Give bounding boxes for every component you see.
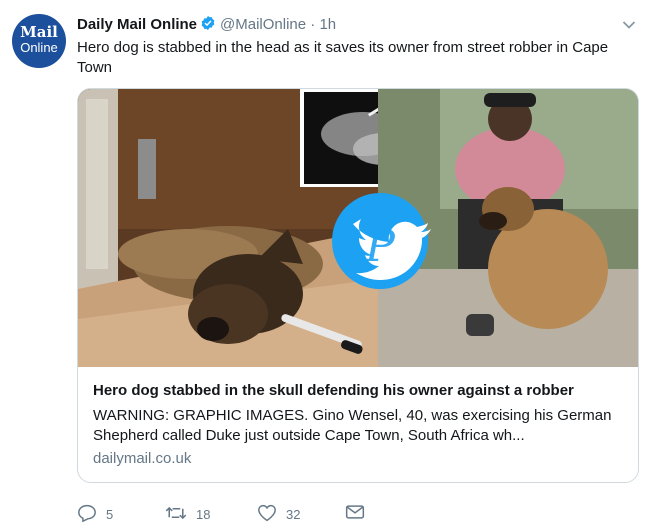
- tweet-header: Daily Mail Online @MailOnline · 1h: [77, 15, 336, 35]
- author-handle[interactable]: @MailOnline: [220, 16, 306, 33]
- like-button[interactable]: 32: [257, 504, 300, 525]
- like-count: 32: [286, 507, 301, 522]
- reply-icon: [77, 504, 106, 525]
- avatar[interactable]: Mail Online: [12, 14, 66, 68]
- like-icon: [257, 504, 286, 525]
- card-description: WARNING: GRAPHIC IMAGES. Gino Wensel, 40…: [93, 407, 612, 444]
- avatar-logo-line2: Online: [20, 40, 58, 55]
- author-name[interactable]: Daily Mail Online: [77, 16, 197, 33]
- header-separator: ·: [310, 16, 316, 33]
- verified-badge-icon: [200, 15, 216, 35]
- retweet-count: 18: [196, 507, 211, 522]
- direct-message-icon: [345, 504, 374, 523]
- svg-text:P: P: [364, 221, 396, 272]
- tweet-text: Hero dog is stabbed in the head as it sa…: [77, 39, 609, 76]
- chevron-down-icon[interactable]: [622, 17, 636, 35]
- link-card[interactable]: P Hero dog stabbed in the skull defendin…: [77, 88, 639, 483]
- card-domain[interactable]: dailymail.co.uk: [93, 450, 191, 467]
- direct-message-button[interactable]: [345, 504, 374, 523]
- retweet-button[interactable]: 18: [165, 504, 210, 525]
- reply-count: 5: [106, 507, 114, 522]
- tweet-timestamp[interactable]: 1h: [319, 16, 336, 33]
- card-title[interactable]: Hero dog stabbed in the skull defending …: [93, 382, 574, 399]
- retweet-icon: [165, 504, 196, 525]
- reply-button[interactable]: 5: [77, 504, 113, 525]
- card-image[interactable]: P: [78, 89, 638, 367]
- avatar-logo-line1: Mail: [20, 23, 58, 41]
